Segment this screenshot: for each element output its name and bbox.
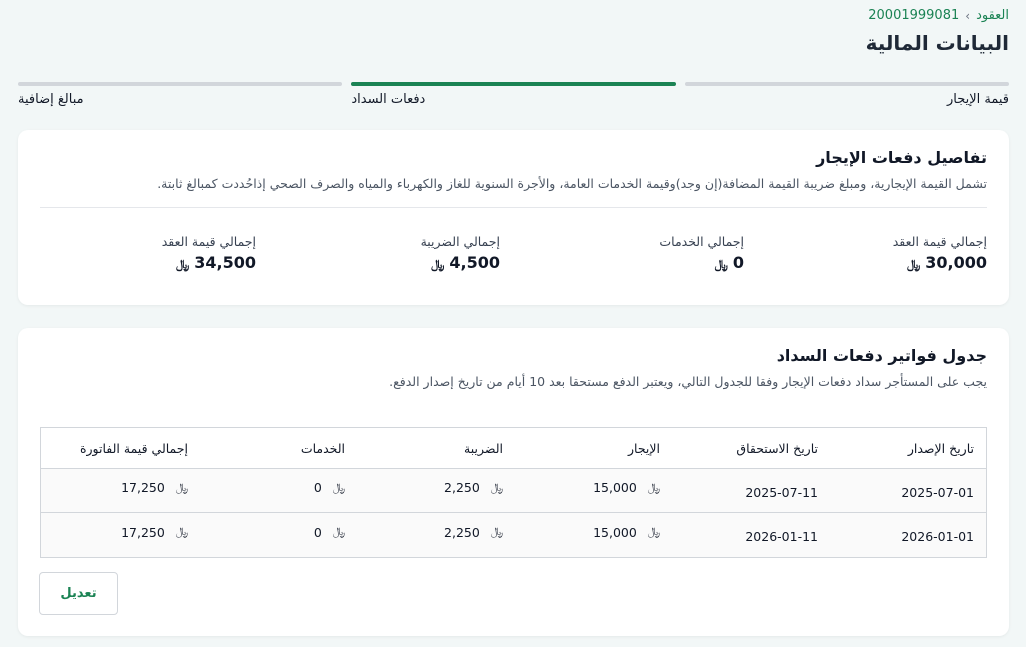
cell-due-date: 2025-07-11 (745, 484, 818, 500)
cell-rent: 15,000 ﷼ (593, 469, 660, 512)
cell-amount: 15,000 (593, 480, 637, 495)
cell-services: 0 ﷼ (314, 469, 345, 512)
step-bar (18, 82, 343, 86)
cell-issue-date: 2025-07-01 (901, 484, 974, 500)
table-row: 2026-01-01 2026-01-11 15,000 ﷼ 2,250 ﷼ 0… (41, 513, 986, 557)
stat-amount: 30,000 (925, 253, 987, 272)
cell-amount: 17,250 (121, 524, 165, 540)
cell-amount: 2,250 (444, 480, 480, 495)
stat-label: إجمالي الضريبة (420, 234, 500, 249)
cell-invoice-total: 17,250 ﷼ (121, 513, 188, 557)
step-bar (684, 82, 1009, 86)
stat-amount: 34,500 (194, 253, 256, 272)
riyal-icon: ﷼ (175, 480, 188, 494)
stat-value: 0 ﷼ (659, 253, 744, 272)
riyal-icon: ﷼ (332, 525, 345, 538)
breadcrumb: العقود › 20001999081 (868, 8, 1009, 23)
divider (40, 207, 987, 208)
stat-services: إجمالي الخدمات 0 ﷼ (659, 234, 744, 272)
card-description: يجب على المستأجر سداد دفعات الإيجار وفقا… (389, 374, 987, 389)
riyal-icon: ﷼ (175, 257, 190, 271)
column-header-rent: الإيجار (628, 440, 660, 456)
stepper: قيمة الإيجار دفعات السداد مبالغ إضافية (18, 82, 1009, 107)
breadcrumb-current: 20001999081 (868, 8, 960, 23)
column-header-due-date: تاريخ الاستحقاق (736, 440, 818, 456)
column-header-invoice-total: إجمالي قيمة الفاتورة (79, 440, 188, 456)
step-label: مبالغ إضافية (18, 92, 84, 107)
step-label: دفعات السداد (351, 92, 426, 107)
card-description: تشمل القيمة الإيجارية، ومبلغ ضريبة القيم… (157, 176, 987, 191)
stat-contract-total: إجمالي قيمة العقد 34,500 ﷼ (162, 234, 256, 272)
riyal-icon: ﷼ (714, 257, 728, 271)
column-header-services: الخدمات (300, 440, 345, 456)
step-label: قيمة الإيجار (946, 92, 1009, 107)
riyal-icon: ﷼ (490, 525, 503, 538)
payment-schedule-card: جدول فواتير دفعات السداد يجب على المستأج… (18, 328, 1009, 636)
riyal-icon: ﷼ (647, 525, 660, 538)
breadcrumb-root-link[interactable]: العقود (976, 8, 1009, 23)
stat-label: إجمالي قيمة العقد (892, 234, 987, 249)
stat-contract-value: إجمالي قيمة العقد 30,000 ﷼ (893, 234, 987, 272)
stat-value: 4,500 ﷼ (421, 253, 500, 272)
riyal-icon: ﷼ (431, 257, 445, 271)
step-rent-value[interactable]: قيمة الإيجار (684, 82, 1009, 107)
table-row: 2025-07-01 2025-07-11 15,000 ﷼ 2,250 ﷼ 0… (41, 469, 986, 513)
step-bar (351, 82, 676, 86)
totals-summary: إجمالي قيمة العقد 30,000 ﷼ إجمالي الخدما… (40, 234, 987, 274)
cell-amount: 0 (313, 524, 322, 540)
rent-details-card: تفاصيل دفعات الإيجار تشمل القيمة الإيجار… (18, 130, 1009, 305)
cell-amount: 2,250 (444, 524, 480, 540)
stat-value: 30,000 ﷼ (893, 253, 987, 272)
riyal-icon: ﷼ (647, 480, 660, 494)
riyal-icon: ﷼ (490, 480, 503, 494)
stat-label: إجمالي قيمة العقد (161, 234, 256, 249)
card-title: جدول فواتير دفعات السداد (776, 346, 987, 365)
edit-button[interactable]: تعديل (39, 572, 118, 615)
cell-tax: 2,250 ﷼ (444, 513, 503, 557)
card-title: تفاصيل دفعات الإيجار (816, 148, 987, 167)
cell-services: 0 ﷼ (314, 513, 345, 557)
page-title: البيانات المالية (865, 31, 1009, 55)
column-header-issue-date: تاريخ الإصدار (907, 440, 974, 456)
stat-label: إجمالي الخدمات (659, 234, 744, 249)
stat-value: 34,500 ﷼ (162, 253, 256, 272)
stat-tax: إجمالي الضريبة 4,500 ﷼ (421, 234, 500, 272)
step-payments[interactable]: دفعات السداد (351, 82, 676, 107)
cell-rent: 15,000 ﷼ (593, 513, 660, 557)
cell-invoice-total: 17,250 ﷼ (121, 469, 188, 512)
riyal-icon: ﷼ (332, 480, 345, 494)
column-header-tax: الضريبة (464, 440, 503, 456)
chevron-left-icon: › (965, 8, 971, 23)
riyal-icon: ﷼ (906, 257, 921, 271)
stat-amount: 4,500 (449, 253, 500, 272)
cell-amount: 17,250 (121, 480, 165, 495)
riyal-icon: ﷼ (175, 525, 188, 538)
stat-amount: 0 (732, 253, 744, 272)
payment-schedule-table: تاريخ الإصدار تاريخ الاستحقاق الإيجار ال… (40, 427, 987, 558)
step-additional-amounts[interactable]: مبالغ إضافية (18, 82, 343, 107)
cell-due-date: 2026-01-11 (745, 529, 818, 544)
cell-issue-date: 2026-01-01 (901, 529, 974, 544)
cell-amount: 15,000 (593, 524, 637, 540)
cell-tax: 2,250 ﷼ (444, 469, 503, 512)
cell-amount: 0 (313, 480, 322, 495)
table-header-row: تاريخ الإصدار تاريخ الاستحقاق الإيجار ال… (41, 428, 986, 469)
